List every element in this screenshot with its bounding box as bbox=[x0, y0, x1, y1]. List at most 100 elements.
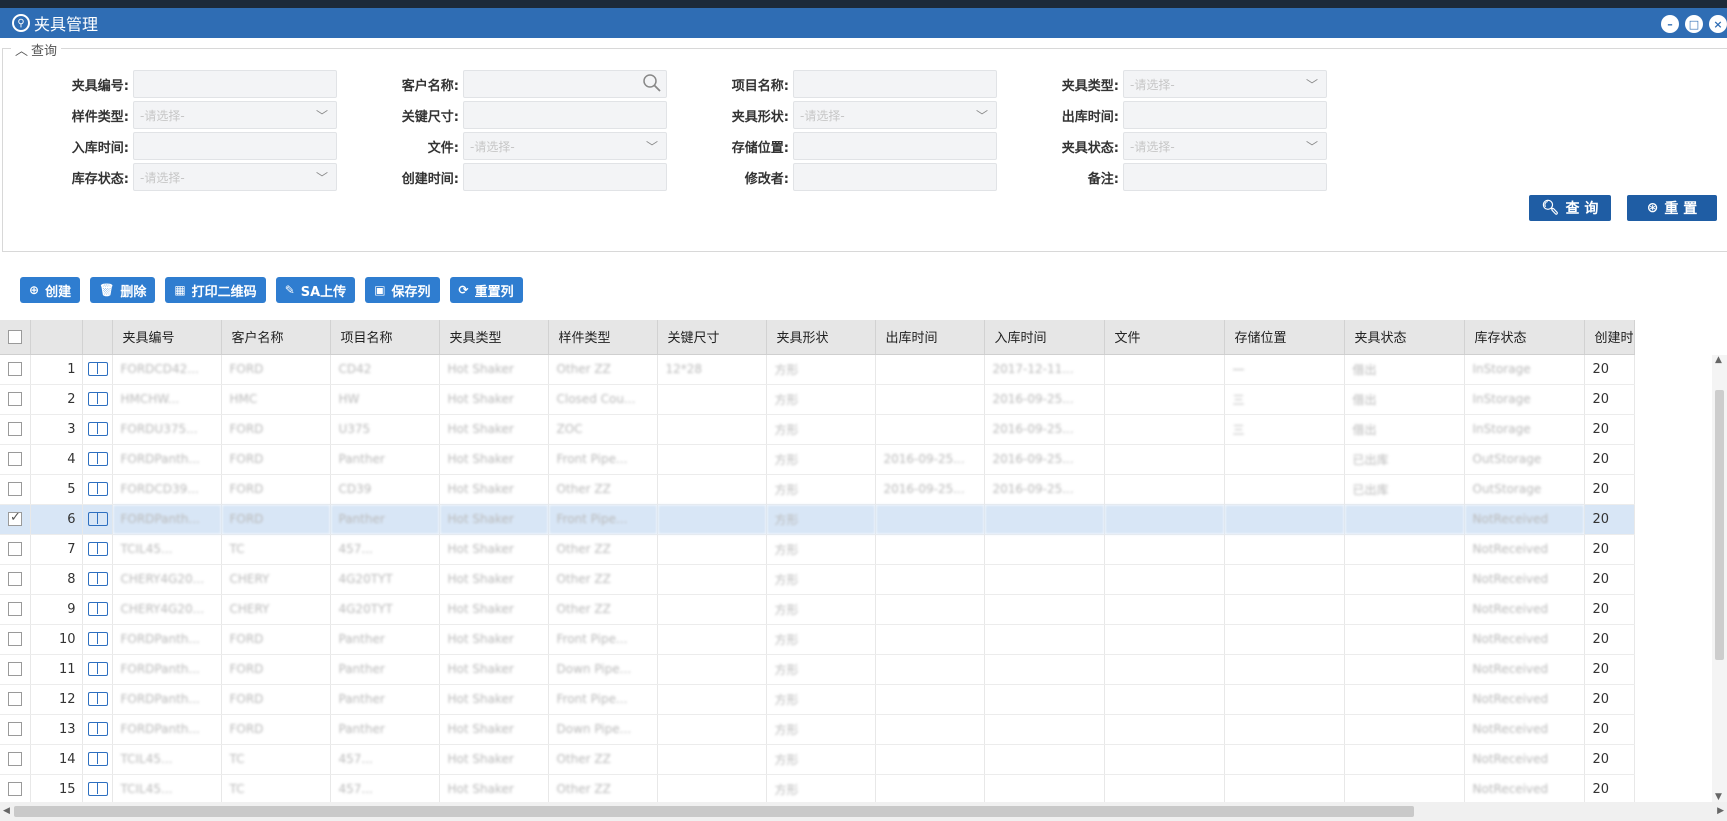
row-checkbox[interactable] bbox=[8, 482, 22, 497]
table-cell[interactable]: U375 bbox=[330, 414, 440, 445]
query-input[interactable] bbox=[133, 70, 337, 98]
select-all-cell[interactable] bbox=[0, 320, 31, 355]
row-checkbox-cell[interactable] bbox=[0, 744, 31, 775]
table-cell[interactable] bbox=[1344, 714, 1465, 745]
book-icon[interactable] bbox=[87, 452, 108, 467]
table-cell[interactable]: TCIL45... bbox=[112, 744, 222, 775]
chevron-down-icon[interactable]: ﹀ bbox=[316, 107, 328, 124]
table-cell[interactable]: 三 bbox=[1224, 414, 1345, 445]
created-time-cell[interactable]: 20 bbox=[1584, 414, 1635, 445]
table-cell[interactable]: TC bbox=[221, 774, 331, 802]
table-cell[interactable]: NotReceived bbox=[1464, 714, 1585, 745]
table-cell[interactable]: ZOC bbox=[548, 414, 658, 445]
table-cell[interactable]: 2017-12-11... bbox=[984, 354, 1105, 385]
table-cell[interactable]: TCIL45... bbox=[112, 774, 222, 802]
table-cell[interactable] bbox=[657, 714, 767, 745]
search-button[interactable]: 🔍︎ 查 询 bbox=[1529, 195, 1611, 221]
table-cell[interactable]: Front Pipe... bbox=[548, 504, 658, 535]
row-checkbox[interactable] bbox=[8, 392, 22, 407]
table-cell[interactable] bbox=[1104, 564, 1225, 595]
table-cell[interactable]: CHERY4G20... bbox=[112, 564, 222, 595]
table-cell[interactable]: 已出库 bbox=[1344, 474, 1465, 505]
table-cell[interactable]: FORD bbox=[221, 474, 331, 505]
table-cell[interactable]: FORDU375... bbox=[112, 414, 222, 445]
table-cell[interactable]: HMCHW... bbox=[112, 384, 222, 415]
table-cell[interactable] bbox=[1104, 414, 1225, 445]
horizontal-scroll-thumb[interactable] bbox=[14, 806, 1414, 817]
table-cell[interactable]: Hot Shaker bbox=[439, 414, 549, 445]
view-cell[interactable] bbox=[82, 594, 113, 625]
chevron-down-icon[interactable]: ﹀ bbox=[1306, 76, 1318, 93]
query-legend[interactable]: ︿ 查询 bbox=[11, 40, 62, 59]
table-cell[interactable]: 三 bbox=[1224, 384, 1345, 415]
table-cell[interactable] bbox=[875, 534, 985, 565]
query-input[interactable] bbox=[133, 132, 337, 160]
column-header[interactable]: 夹具类型 bbox=[439, 320, 549, 355]
row-checkbox[interactable] bbox=[8, 422, 22, 437]
table-cell[interactable] bbox=[1224, 534, 1345, 565]
table-cell[interactable]: Other ZZ bbox=[548, 474, 658, 505]
table-cell[interactable]: Panther bbox=[330, 444, 440, 475]
scroll-down-icon[interactable]: ▼ bbox=[1715, 792, 1722, 802]
view-cell[interactable] bbox=[82, 774, 113, 802]
table-cell[interactable] bbox=[1224, 654, 1345, 685]
vertical-scroll-thumb[interactable] bbox=[1715, 390, 1724, 660]
delete-button[interactable]: 🗑︎ 删除 bbox=[90, 277, 156, 303]
row-checkbox-cell[interactable] bbox=[0, 414, 31, 445]
table-cell[interactable] bbox=[657, 774, 767, 802]
query-select[interactable]: -请选择- ﹀ bbox=[1123, 132, 1327, 160]
table-cell[interactable]: FORDPanth... bbox=[112, 504, 222, 535]
created-time-cell[interactable]: 20 bbox=[1584, 384, 1635, 415]
table-row[interactable]: 8 CHERY4G20... CHERY 4G20TYT Hot Shaker Other… bbox=[0, 564, 1635, 595]
view-cell[interactable] bbox=[82, 414, 113, 445]
row-checkbox-cell[interactable] bbox=[0, 384, 31, 415]
book-icon[interactable] bbox=[87, 422, 108, 437]
maximize-icon[interactable]: □ bbox=[1685, 15, 1703, 33]
save-columns-button[interactable]: ▣ 保存列 bbox=[365, 277, 440, 303]
table-cell[interactable]: Down Pipe... bbox=[548, 714, 658, 745]
row-checkbox[interactable] bbox=[8, 362, 22, 377]
table-cell[interactable]: Front Pipe... bbox=[548, 624, 658, 655]
row-checkbox-cell[interactable] bbox=[0, 564, 31, 595]
table-cell[interactable]: 方形 bbox=[766, 594, 876, 625]
book-icon[interactable] bbox=[87, 392, 108, 407]
table-cell[interactable]: Hot Shaker bbox=[439, 354, 549, 385]
created-time-cell[interactable]: 20 bbox=[1584, 504, 1635, 535]
scroll-right-icon[interactable]: ▶ bbox=[1717, 806, 1724, 816]
book-icon[interactable] bbox=[87, 602, 108, 617]
row-checkbox[interactable] bbox=[8, 510, 22, 527]
chevron-down-icon[interactable]: ﹀ bbox=[1306, 138, 1318, 155]
table-cell[interactable] bbox=[1344, 654, 1465, 685]
table-cell[interactable]: Hot Shaker bbox=[439, 594, 549, 625]
table-cell[interactable]: 457... bbox=[330, 774, 440, 802]
query-input[interactable] bbox=[463, 163, 667, 191]
book-icon[interactable] bbox=[87, 362, 108, 377]
table-cell[interactable]: Front Pipe... bbox=[548, 444, 658, 475]
table-cell[interactable] bbox=[1344, 564, 1465, 595]
table-cell[interactable]: Hot Shaker bbox=[439, 474, 549, 505]
query-select[interactable]: -请选择- ﹀ bbox=[1123, 70, 1327, 98]
table-cell[interactable] bbox=[657, 414, 767, 445]
sa-upload-button[interactable]: ✎ SA上传 bbox=[275, 277, 356, 303]
table-cell[interactable]: FORD bbox=[221, 624, 331, 655]
table-cell[interactable]: CHERY bbox=[221, 594, 331, 625]
table-cell[interactable]: NotReceived bbox=[1464, 564, 1585, 595]
row-checkbox-cell[interactable] bbox=[0, 444, 31, 475]
table-cell[interactable]: FORDCD39... bbox=[112, 474, 222, 505]
table-cell[interactable]: InStorage bbox=[1464, 354, 1585, 385]
created-time-cell[interactable]: 20 bbox=[1584, 594, 1635, 625]
table-cell[interactable]: Other ZZ bbox=[548, 594, 658, 625]
table-row[interactable]: 15 TCIL45... TC 457... Hot Shaker Other ZZ 方形 N… bbox=[0, 774, 1635, 802]
table-cell[interactable] bbox=[1104, 774, 1225, 802]
table-cell[interactable] bbox=[1104, 534, 1225, 565]
table-cell[interactable]: FORDCD42... bbox=[112, 354, 222, 385]
table-cell[interactable]: 方形 bbox=[766, 744, 876, 775]
book-icon[interactable] bbox=[87, 752, 108, 767]
row-checkbox-cell[interactable] bbox=[0, 474, 31, 505]
table-cell[interactable] bbox=[657, 594, 767, 625]
table-cell[interactable]: Panther bbox=[330, 624, 440, 655]
table-cell[interactable] bbox=[1224, 624, 1345, 655]
table-row[interactable]: 5 FORDCD39... FORD CD39 Hot Shaker Other ZZ 方形… bbox=[0, 474, 1635, 505]
table-cell[interactable] bbox=[984, 624, 1105, 655]
created-time-cell[interactable]: 20 bbox=[1584, 654, 1635, 685]
